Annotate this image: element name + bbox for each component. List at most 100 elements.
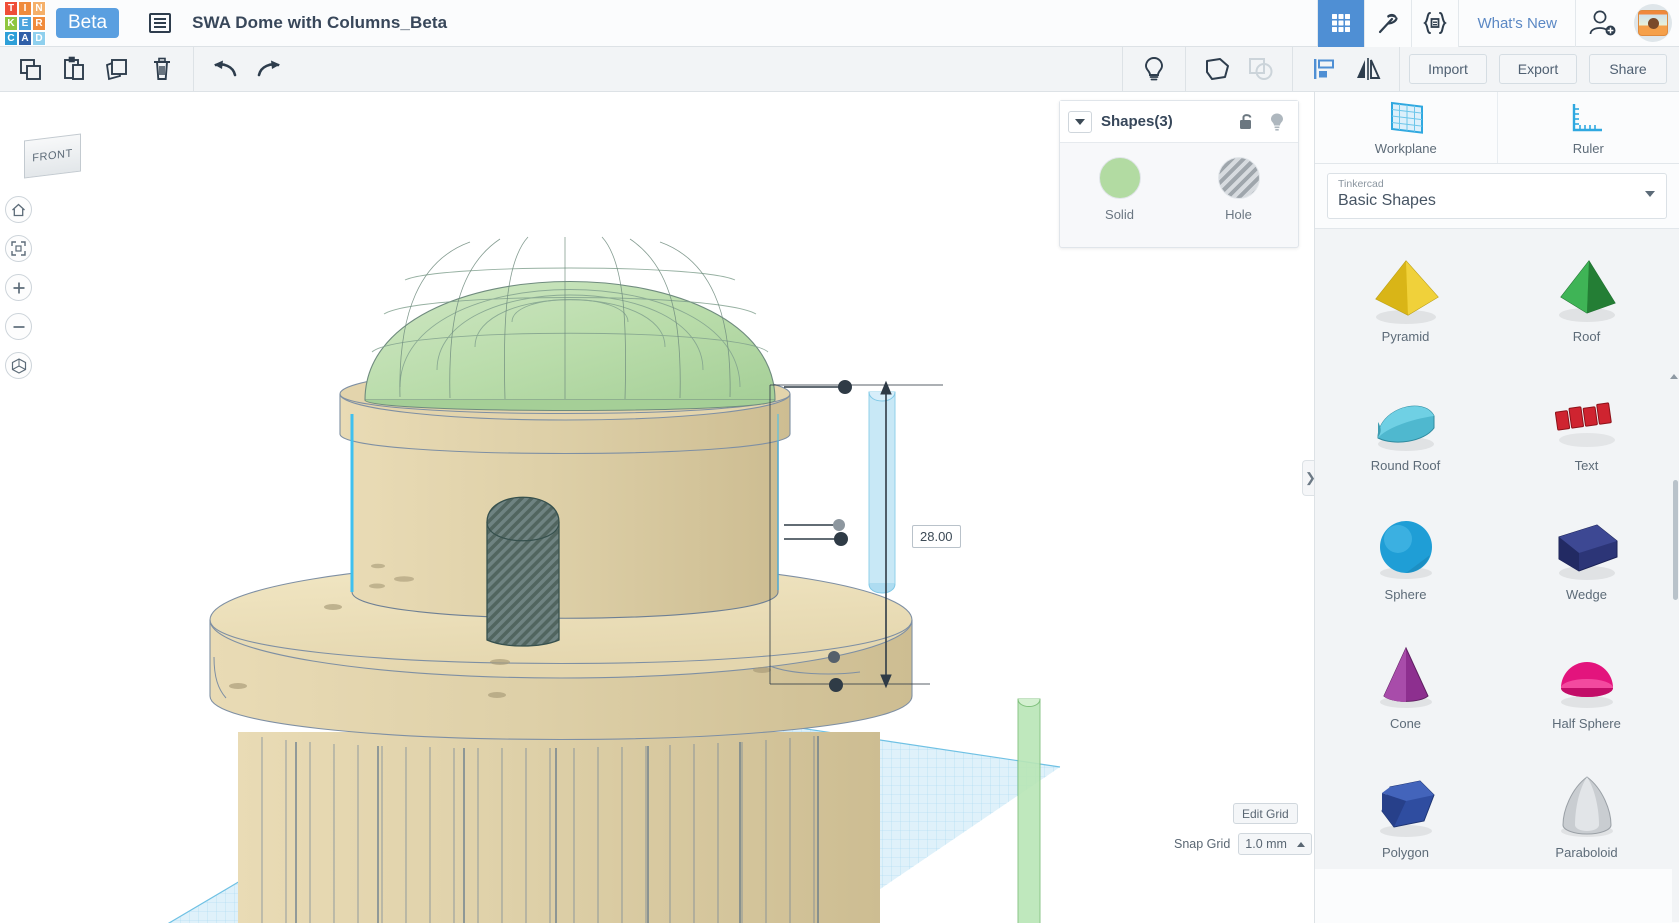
import-button[interactable]: Import bbox=[1409, 54, 1487, 84]
fit-view-button[interactable] bbox=[5, 235, 32, 262]
lightbulb-icon[interactable] bbox=[1269, 112, 1285, 132]
view-cube-front-label: FRONT bbox=[24, 133, 81, 179]
copy-icon[interactable] bbox=[8, 47, 52, 91]
shape-label: Cone bbox=[1389, 716, 1422, 731]
toolbar-divider-group bbox=[1185, 47, 1186, 91]
group-icon[interactable] bbox=[1195, 47, 1239, 91]
shapes-panel-hole-option[interactable]: Hole bbox=[1217, 157, 1260, 222]
workplane-tool[interactable]: Workplane bbox=[1315, 92, 1497, 163]
shape-item-roof[interactable]: Roof bbox=[1496, 239, 1677, 368]
paste-icon[interactable] bbox=[52, 47, 96, 91]
logo-cell-i: I bbox=[18, 0, 32, 16]
mirror-icon[interactable] bbox=[1346, 47, 1390, 91]
edit-grid-button[interactable]: Edit Grid bbox=[1233, 803, 1298, 824]
dimension-value[interactable]: 28.00 bbox=[912, 525, 961, 548]
logo-cell-k: K bbox=[4, 15, 18, 31]
avatar-image bbox=[1638, 10, 1668, 36]
toolbar-divider-right bbox=[1122, 47, 1123, 91]
top-header: T I N K E R C A D Beta SWA Dome with Col… bbox=[0, 0, 1679, 47]
shape-item-polygon[interactable]: Polygon bbox=[1315, 755, 1496, 869]
duplicate-icon[interactable] bbox=[96, 47, 140, 91]
export-button[interactable]: Export bbox=[1499, 54, 1577, 84]
shape-label: Round Roof bbox=[1370, 458, 1441, 473]
snap-grid-value: 1.0 mm bbox=[1245, 837, 1287, 851]
apps-grid-icon[interactable] bbox=[1317, 0, 1365, 47]
shape-item-round-roof[interactable]: Round Roof bbox=[1315, 368, 1496, 497]
lightbulb-icon[interactable] bbox=[1132, 47, 1176, 91]
library-group-label: Tinkercad bbox=[1338, 178, 1384, 190]
shape-item-paraboloid[interactable]: Paraboloid bbox=[1496, 755, 1677, 869]
ruler-tool[interactable]: Ruler bbox=[1496, 92, 1679, 163]
unlock-icon[interactable] bbox=[1238, 112, 1255, 131]
shape-label: Pyramid bbox=[1381, 329, 1430, 344]
shape-item-pyramid[interactable]: Pyramid bbox=[1315, 239, 1496, 368]
logo-cell-c: C bbox=[4, 30, 18, 46]
logo-cell-a: A bbox=[18, 30, 32, 46]
column-drum bbox=[238, 732, 880, 923]
shape-item-sphere[interactable]: Sphere bbox=[1315, 497, 1496, 626]
shape-label: Half Sphere bbox=[1552, 716, 1621, 731]
shape-item-wedge[interactable]: Wedge bbox=[1496, 497, 1677, 626]
door-hole bbox=[486, 496, 560, 647]
ruler-icon bbox=[1573, 103, 1603, 131]
library-value: Basic Shapes bbox=[1338, 192, 1436, 209]
shape-label: Text bbox=[1574, 458, 1599, 473]
toolbar-divider-actions bbox=[1399, 47, 1400, 91]
shape-library-select[interactable]: Tinkercad Basic Shapes bbox=[1327, 173, 1667, 219]
shapes-panel-header: Shapes(3) bbox=[1060, 101, 1298, 143]
tinkercad-logo[interactable]: T I N K E R C A D bbox=[4, 0, 46, 46]
solid-swatch bbox=[1098, 157, 1141, 199]
codeblocks-icon[interactable] bbox=[1411, 0, 1459, 47]
panel-tools-row: Workplane Ruler bbox=[1315, 92, 1679, 164]
undo-icon[interactable] bbox=[203, 47, 247, 91]
shape-item-cone[interactable]: Cone bbox=[1315, 626, 1496, 755]
ungroup-icon[interactable] bbox=[1239, 47, 1283, 91]
zoom-in-button[interactable] bbox=[5, 274, 32, 301]
caret-up-icon bbox=[1296, 841, 1305, 847]
shapes-panel: Shapes(3) Solid Hole bbox=[1059, 100, 1299, 248]
shapes-panel-solid-option[interactable]: Solid bbox=[1098, 157, 1141, 222]
beta-badge: Beta bbox=[56, 8, 120, 38]
shape-label: Paraboloid bbox=[1555, 845, 1618, 860]
zoom-out-button[interactable] bbox=[5, 313, 32, 340]
redo-icon[interactable] bbox=[247, 47, 291, 91]
shape-item-text[interactable]: Text bbox=[1496, 368, 1677, 497]
align-icon[interactable] bbox=[1302, 47, 1346, 91]
toolbar-divider-align bbox=[1292, 47, 1293, 91]
logo-cell-e: E bbox=[18, 15, 32, 31]
chevron-down-icon[interactable] bbox=[1068, 110, 1092, 133]
share-button[interactable]: Share bbox=[1589, 54, 1667, 84]
dome bbox=[364, 236, 776, 411]
shape-label: Wedge bbox=[1566, 587, 1607, 602]
hole-swatch bbox=[1217, 157, 1260, 199]
add-user-icon[interactable] bbox=[1575, 0, 1629, 47]
selected-hole-column bbox=[868, 391, 896, 594]
logo-cell-n: N bbox=[32, 0, 46, 16]
scroll-up-arrow-icon[interactable] bbox=[1670, 374, 1678, 379]
whats-new-link[interactable]: What's New bbox=[1458, 0, 1575, 47]
shape-item-half-sphere[interactable]: Half Sphere bbox=[1496, 626, 1677, 755]
pickaxe-icon[interactable] bbox=[1364, 0, 1412, 47]
shape-label: Sphere bbox=[1384, 587, 1427, 602]
library-scrollbar[interactable] bbox=[1670, 232, 1679, 922]
page-title: SWA Dome with Columns_Beta bbox=[192, 13, 448, 32]
shape-label: Roof bbox=[1572, 329, 1601, 344]
scrollbar-thumb[interactable] bbox=[1673, 480, 1678, 600]
snap-grid-label: Snap Grid bbox=[1174, 837, 1231, 851]
document-list-icon[interactable] bbox=[149, 13, 172, 33]
ruler-label: Ruler bbox=[1572, 140, 1604, 156]
workplane-grid-icon bbox=[1390, 101, 1423, 134]
avatar[interactable] bbox=[1634, 4, 1672, 42]
right-panel: Workplane Ruler Tinkercad Basic Shapes P… bbox=[1314, 92, 1679, 923]
snap-grid-select[interactable]: 1.0 mm bbox=[1238, 833, 1312, 855]
solid-label: Solid bbox=[1105, 207, 1134, 222]
logo-cell-d: D bbox=[32, 30, 46, 46]
shape-label: Polygon bbox=[1382, 845, 1429, 860]
shapes-panel-title: Shapes(3) bbox=[1101, 113, 1173, 130]
ortho-perspective-button[interactable] bbox=[5, 352, 32, 379]
toolbar-divider bbox=[193, 47, 194, 91]
main-toolbar: Import Export Share bbox=[0, 47, 1679, 92]
view-cube[interactable]: FRONT bbox=[24, 130, 83, 179]
delete-icon[interactable] bbox=[140, 47, 184, 91]
home-view-button[interactable] bbox=[5, 196, 32, 223]
